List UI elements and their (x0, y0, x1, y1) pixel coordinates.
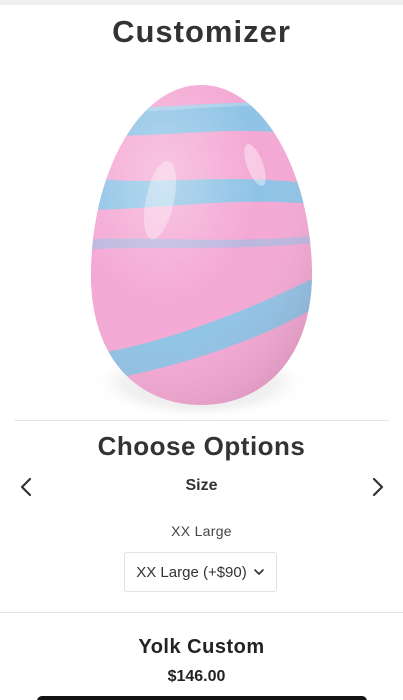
customizer-page: Customizer Choose Options Size XX Large … (0, 0, 403, 700)
product-name: Yolk Custom (138, 636, 265, 658)
divider (0, 612, 403, 613)
next-option-button[interactable] (363, 474, 391, 500)
selected-value-label: XX Large (171, 523, 232, 539)
current-option-name: Size (185, 477, 218, 494)
size-select[interactable]: XX Large (+$90) (124, 552, 277, 592)
egg-image (90, 85, 313, 420)
options-heading: Choose Options (97, 431, 306, 461)
size-select-value: XX Large (+$90) (136, 563, 247, 581)
chevron-down-icon (253, 566, 265, 578)
chevron-right-icon (372, 477, 384, 497)
top-bar (0, 0, 403, 5)
add-to-cart-button[interactable] (37, 696, 367, 700)
divider (14, 420, 389, 421)
product-price: $146.00 (167, 668, 226, 685)
page-title: Customizer (112, 14, 291, 49)
egg-preview[interactable] (0, 60, 403, 420)
